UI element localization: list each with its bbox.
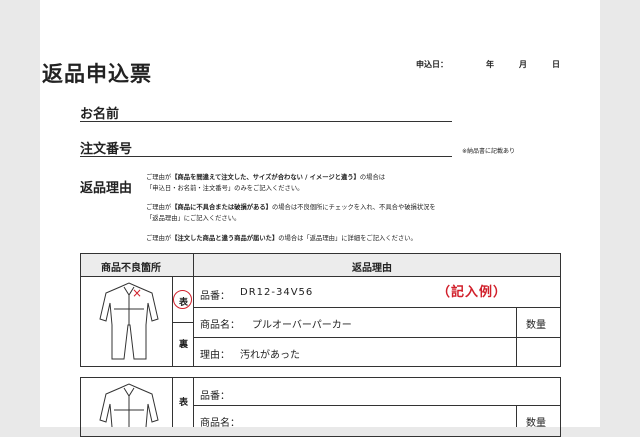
instruction-1: ご理由が【商品を間違えて注文した、サイズが合わない / イメージと違う】の場合は… [146,174,386,192]
instruction-2: ご理由が【商品に不具合または破損がある】の場合は不良個所にチェックを入れ、不具合… [146,204,436,222]
front-label[interactable]: 表 [179,295,188,308]
order-number-field[interactable] [80,156,452,157]
example-label: （記入例） [437,285,508,300]
back-label[interactable]: 裏 [179,337,188,350]
order-note: ※納品書に記載あり [462,148,516,155]
quantity-label: 数量 [526,320,546,331]
item-number-label-2: 品番： [200,391,230,402]
name-label: お名前 [80,107,120,122]
date-day: 日 [552,60,560,69]
front-label-2[interactable]: 表 [179,395,188,408]
reason-row-label: 理由： [200,350,230,361]
name-field[interactable] [80,121,452,122]
form-title: 返品申込票 [42,62,152,86]
instruction-3: ご理由が【注文した商品と違う商品が届いた】の場合は「返品理由」に詳細をご記入くだ… [146,235,417,242]
order-number-label: 注文番号 [80,142,133,157]
header-defect-location: 商品不良箇所 [101,263,161,274]
date-label: 申込日： [416,60,448,69]
hoodie-illustration: × [99,282,159,360]
date-year: 年 [486,60,494,69]
item-name-value: プルオーバーパーカー [252,320,352,331]
reason-row-value: 汚れがあった [240,350,300,361]
item-number-value: DR12-34V56 [240,287,314,298]
hoodie-illustration-2 [99,383,159,427]
header-return-reason: 返品理由 [352,263,392,274]
item-number-label: 品番： [200,291,230,302]
date-month: 月 [519,60,527,69]
item-name-label: 商品名： [200,320,240,331]
reason-label: 返品理由 [80,181,133,196]
defect-mark: × [132,286,142,300]
